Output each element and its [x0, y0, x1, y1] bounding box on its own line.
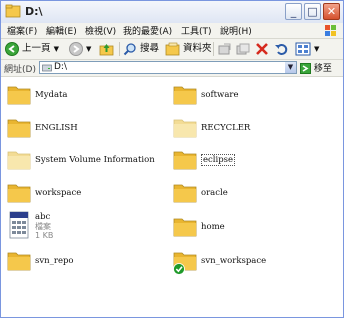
item-label: eclipse [201, 154, 236, 166]
item-label: workspace [35, 188, 82, 198]
views-icon [295, 42, 311, 55]
folder-icon [7, 252, 31, 271]
copy-to-icon [236, 43, 250, 54]
address-bar: 網址(D) D:\ ▼ 移至 [1, 60, 343, 77]
menu-favorites[interactable]: 我的最愛(A) [123, 24, 172, 37]
folder-icon [7, 184, 31, 203]
move-to-icon [218, 43, 231, 54]
folders-icon [165, 42, 180, 55]
up-folder-icon [99, 43, 114, 55]
chevron-down-icon: ▼ [86, 45, 92, 53]
go-arrow-icon [300, 63, 311, 74]
item-label: RECYCLER [201, 123, 251, 133]
drive-icon [42, 64, 52, 72]
toolbar: 上一頁 ▼ ▼ 搜尋 資料夾 ▼ [1, 39, 343, 60]
explorer-window: D:\ _ □ ✕ 檔案(F) 編輯(E) 檢視(V) 我的最愛(A) 工具(T… [0, 0, 344, 318]
window-title: D:\ [25, 5, 43, 18]
copy-to-button[interactable] [236, 41, 250, 57]
delete-button[interactable] [255, 41, 269, 57]
file-list: Mydata software ENGLISH RECYCLER System … [1, 77, 343, 317]
menu-tools[interactable]: 工具(T) [181, 24, 212, 37]
folders-button[interactable]: 資料夾 [165, 41, 212, 57]
address-value: D:\ [54, 62, 67, 72]
title-bar[interactable]: D:\ _ □ ✕ [1, 1, 343, 24]
folder-icon [173, 86, 197, 105]
folder-window-icon [5, 4, 21, 18]
close-button[interactable]: ✕ [323, 3, 340, 20]
item-label: software [201, 90, 239, 100]
back-label: 上一頁 [22, 43, 51, 54]
toolbar-separator [119, 42, 120, 56]
menu-file[interactable]: 檔案(F) [7, 24, 37, 37]
menu-edit[interactable]: 編輯(E) [46, 24, 77, 37]
address-dropdown-icon[interactable]: ▼ [285, 62, 296, 73]
folder-icon [173, 218, 197, 237]
back-button[interactable]: 上一頁 ▼ [5, 41, 59, 57]
item-label: Mydata [35, 90, 68, 100]
svn-folder-icon [173, 252, 197, 275]
item-label: svn_repo [35, 256, 74, 266]
search-label: 搜尋 [140, 43, 160, 54]
search-icon [123, 42, 136, 55]
windows-logo-icon [325, 25, 336, 36]
forward-arrow-icon [69, 41, 83, 56]
folder-icon [173, 184, 197, 203]
folders-label: 資料夾 [183, 43, 212, 54]
menu-view[interactable]: 檢視(V) [85, 24, 116, 37]
search-button[interactable]: 搜尋 [123, 41, 159, 57]
folder-icon [7, 86, 31, 105]
back-arrow-icon [5, 41, 19, 56]
views-button[interactable]: ▼ [295, 41, 319, 57]
folder-icon [7, 119, 31, 138]
menu-help[interactable]: 說明(H) [220, 24, 252, 37]
maximize-button[interactable]: □ [304, 3, 321, 20]
forward-button[interactable]: ▼ [69, 41, 91, 57]
up-folder-button[interactable] [99, 41, 114, 57]
toolbar-separator [213, 42, 214, 56]
address-field[interactable]: D:\ ▼ [39, 61, 297, 74]
go-button[interactable]: 移至 [300, 61, 332, 74]
folder-icon [173, 151, 197, 170]
menu-bar: 檔案(F) 編輯(E) 檢視(V) 我的最愛(A) 工具(T) 說明(H) [1, 23, 343, 39]
undo-button[interactable] [274, 41, 288, 57]
chevron-down-icon: ▼ [314, 45, 320, 53]
item-label: System Volume Information [35, 155, 155, 165]
delete-x-icon [256, 42, 268, 55]
hidden-folder-icon [7, 151, 31, 170]
item-label: oracle [201, 188, 228, 198]
minimize-button[interactable]: _ [285, 3, 302, 20]
address-label: 網址(D) [4, 65, 36, 75]
item-label: svn_workspace [201, 256, 267, 266]
item-size: 1 KB [35, 231, 54, 240]
file-icon [9, 211, 29, 239]
item-label: ENGLISH [35, 123, 78, 133]
undo-icon [275, 43, 288, 55]
go-label: 移至 [313, 64, 332, 74]
hidden-folder-icon [173, 119, 197, 138]
chevron-down-icon: ▼ [53, 45, 59, 53]
move-to-button[interactable] [218, 41, 232, 57]
item-label: home [201, 222, 225, 232]
